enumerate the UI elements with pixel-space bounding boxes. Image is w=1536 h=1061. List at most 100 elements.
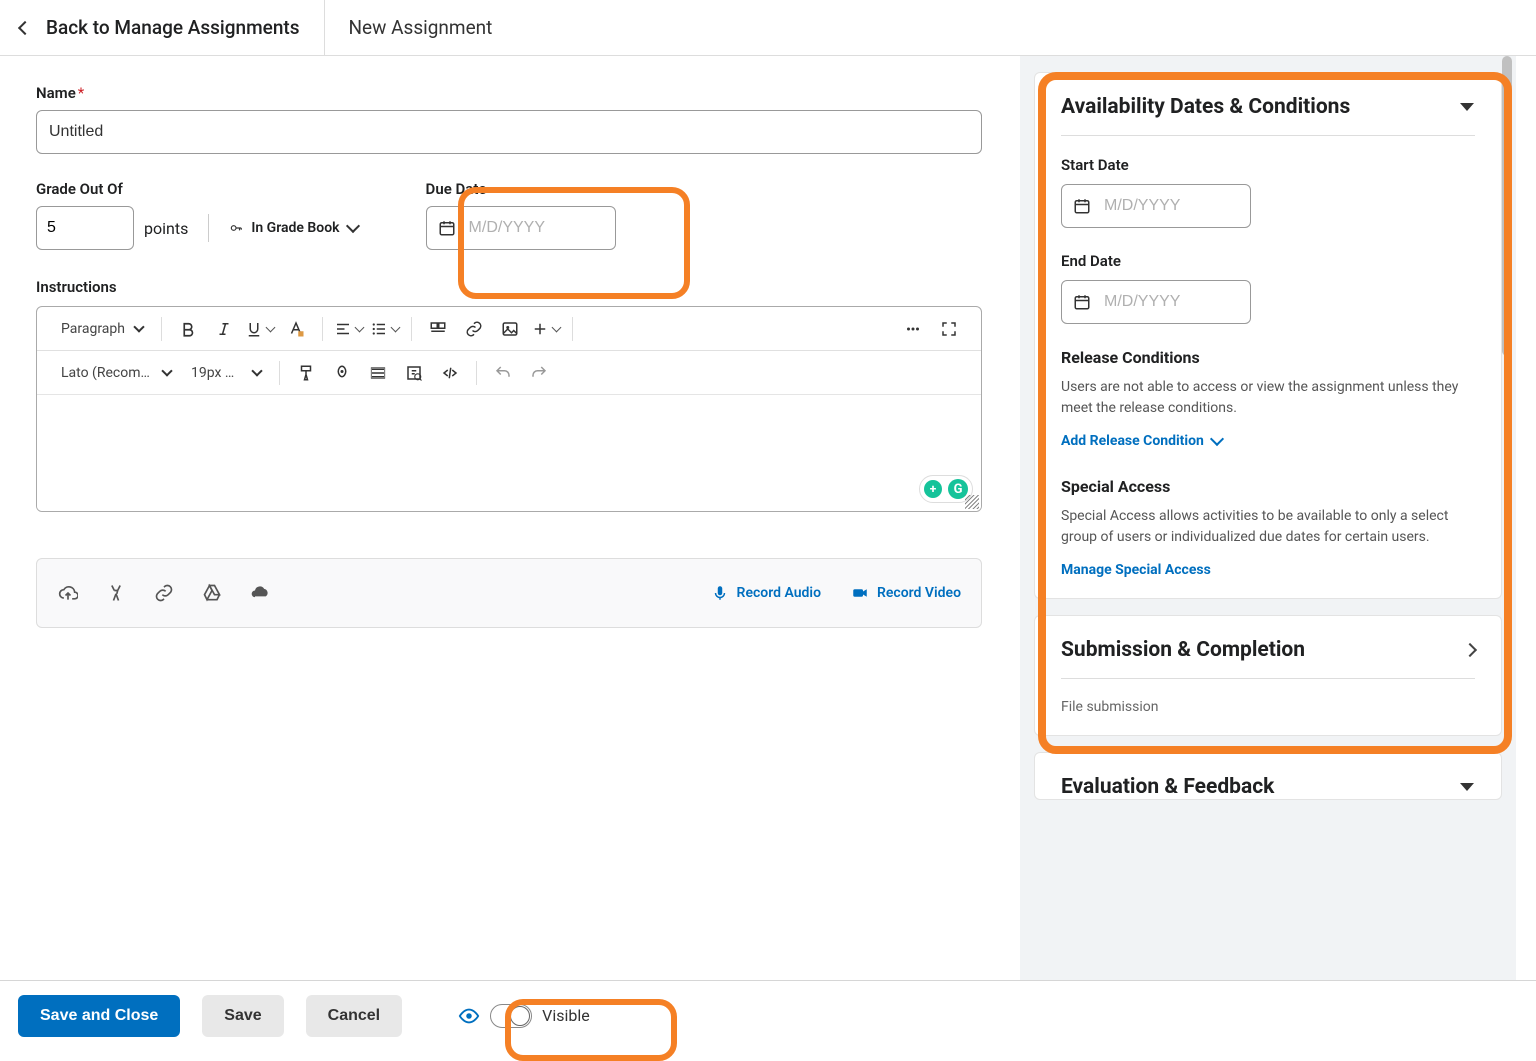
cancel-button[interactable]: Cancel [306,995,402,1037]
underline-button[interactable] [242,311,278,347]
chevron-down-icon [133,321,144,332]
calendar-icon [1073,197,1091,215]
save-button[interactable]: Save [202,995,283,1037]
grade-out-of-label: Grade Out Of [36,180,358,198]
in-grade-book-dropdown[interactable]: In Grade Book [229,220,357,236]
add-release-condition-link[interactable]: Add Release Condition [1061,433,1222,449]
insert-image-button[interactable] [492,311,528,347]
upload-cloud-icon[interactable] [57,582,79,604]
assignment-form: Name* Grade Out Of points In Grade Book [0,56,1020,1042]
attachment-panel: Record Audio Record Video [36,558,982,628]
editor-toolbar-2: Lato (Recom… 19px … [37,351,981,395]
availability-title: Availability Dates & Conditions [1061,95,1350,119]
onedrive-icon[interactable] [249,582,271,604]
record-video-button[interactable]: Record Video [851,584,961,602]
name-input[interactable] [36,110,982,154]
chevron-down-icon [345,219,359,233]
gradebook-label: In Grade Book [251,220,339,236]
instructions-editor: Paragraph [36,306,982,512]
special-access-section: Special Access Special Access allows act… [1061,477,1475,578]
font-family-select[interactable]: Lato (Recom… [51,365,181,381]
align-button[interactable] [331,311,367,347]
visibility-toggle[interactable]: Visible [458,1004,590,1028]
evaluation-card: Evaluation & Feedback [1034,752,1502,800]
chevron-down-icon [251,365,262,376]
submission-card: Submission & Completion File submission [1034,615,1502,736]
bold-button[interactable] [170,311,206,347]
release-conditions-section: Release Conditions Users are not able to… [1061,348,1475,449]
end-date-label: End Date [1061,252,1475,270]
start-date-label: Start Date [1061,156,1475,174]
settings-sidebar: Availability Dates & Conditions Start Da… [1020,56,1516,1042]
font-size-select[interactable]: 19px … [181,365,271,381]
release-conditions-description: Users are not able to access or view the… [1061,377,1475,419]
special-access-title: Special Access [1061,477,1475,496]
save-and-close-button[interactable]: Save and Close [18,995,180,1037]
insert-more-button[interactable] [528,311,564,347]
back-to-manage-assignments-link[interactable]: Back to Manage Assignments [0,0,325,55]
editor-toolbar-1: Paragraph [37,307,981,351]
end-date-group: End Date [1061,252,1475,324]
name-label: Name* [36,84,984,102]
evaluation-title: Evaluation & Feedback [1061,775,1274,799]
source-code-button[interactable] [432,355,468,391]
italic-button[interactable] [206,311,242,347]
insert-link-button[interactable] [456,311,492,347]
back-label: Back to Manage Assignments [46,16,300,39]
fullscreen-button[interactable] [931,311,967,347]
availability-card: Availability Dates & Conditions Start Da… [1034,72,1502,599]
redo-button[interactable] [521,355,557,391]
eye-icon [458,1005,480,1027]
page-title: New Assignment [325,0,517,55]
divider [208,214,209,242]
clear-format-button[interactable] [324,355,360,391]
more-actions-button[interactable] [895,311,931,347]
insert-stuff-button[interactable] [420,311,456,347]
toggle-switch[interactable] [490,1004,532,1028]
submission-type: File submission [1061,699,1475,715]
undo-button[interactable] [485,355,521,391]
google-drive-icon[interactable] [201,582,223,604]
special-access-description: Special Access allows activities to be a… [1061,506,1475,548]
chevron-down-icon [355,322,365,332]
resize-handle[interactable] [965,495,979,509]
required-asterisk: * [78,84,84,102]
footer-bar: Save and Close Save Cancel Visible [0,980,1536,1050]
release-conditions-title: Release Conditions [1061,348,1475,367]
chevron-down-icon [391,322,401,332]
key-icon [229,221,243,235]
format-painter-button[interactable] [288,355,324,391]
submission-title: Submission & Completion [1061,638,1305,662]
editor-textarea[interactable]: + G [37,395,981,511]
record-audio-button[interactable]: Record Audio [711,584,821,602]
chevron-down-icon [161,365,172,376]
visibility-label: Visible [542,1006,590,1025]
top-bar: Back to Manage Assignments New Assignmen… [0,0,1536,56]
calendar-icon [1073,293,1091,311]
grade-out-of-group: Grade Out Of points In Grade Book [36,180,358,250]
chevron-down-icon [266,322,276,332]
equation-button[interactable] [360,355,396,391]
chevron-left-icon [18,20,32,34]
accessibility-check-button[interactable] [396,355,432,391]
expand-caret-icon[interactable] [1463,643,1477,657]
list-button[interactable] [367,311,403,347]
collapse-caret-icon[interactable] [1459,781,1475,793]
manage-special-access-link[interactable]: Manage Special Access [1061,562,1211,578]
grade-points-input[interactable] [36,206,134,250]
grammarly-add-icon: + [924,480,942,498]
calendar-icon [438,219,456,237]
instructions-label: Instructions [36,278,984,296]
link-icon[interactable] [153,582,175,604]
chevron-down-icon [1210,432,1224,446]
scrollbar[interactable] [1502,56,1512,356]
chevron-down-icon [552,322,562,332]
due-date-label: Due Date [426,180,616,198]
points-label: points [144,219,188,238]
start-date-group: Start Date [1061,156,1475,228]
font-color-button[interactable] [278,311,314,347]
collapse-caret-icon[interactable] [1459,101,1475,113]
quicklink-icon[interactable] [105,582,127,604]
block-format-select[interactable]: Paragraph [51,321,153,337]
due-date-group: Due Date [426,180,616,250]
